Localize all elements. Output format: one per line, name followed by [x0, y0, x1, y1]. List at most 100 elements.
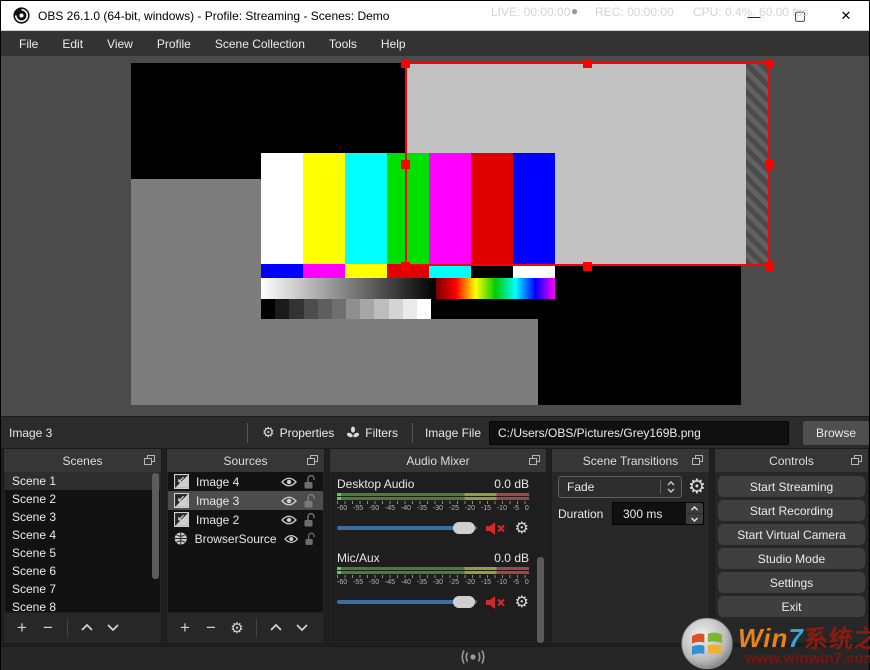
- settings-button[interactable]: Settings: [718, 572, 865, 593]
- exit-button[interactable]: Exit: [718, 596, 865, 617]
- source-label: Image 2: [196, 513, 274, 527]
- menu-tools[interactable]: Tools: [317, 33, 369, 55]
- obs-window: { "window": { "title": "OBS 26.1.0 (64-b…: [0, 0, 870, 670]
- lock-open-icon[interactable]: [305, 532, 315, 546]
- scenes-panel-header[interactable]: Scenes: [4, 449, 161, 472]
- transition-select[interactable]: Fade: [558, 476, 682, 498]
- mute-button[interactable]: [485, 521, 507, 536]
- start-recording-button[interactable]: Start Recording: [718, 500, 865, 521]
- scene-row[interactable]: Scene 8: [5, 598, 160, 612]
- selection-handle-bottommid[interactable]: [583, 262, 592, 271]
- scenes-panel: Scenes Scene 1 Scene 2 Scene 3 Scene 4 S…: [3, 448, 162, 644]
- scene-up-button[interactable]: [76, 617, 98, 639]
- duration-value: 300 ms: [613, 507, 686, 521]
- selection-handle-topleft[interactable]: [401, 59, 410, 68]
- sources-panel-header[interactable]: Sources: [167, 449, 324, 472]
- remove-source-button[interactable]: −: [200, 617, 222, 639]
- menu-help[interactable]: Help: [369, 33, 418, 55]
- db-scale-label: -20: [465, 505, 475, 512]
- visibility-eye-icon[interactable]: [284, 534, 298, 544]
- chevron-down-icon: [296, 624, 308, 631]
- volume-slider-thumb[interactable]: [453, 522, 475, 534]
- start-virtual-camera-button[interactable]: Start Virtual Camera: [718, 524, 865, 545]
- lock-open-icon[interactable]: [304, 475, 315, 489]
- duration-spinbox[interactable]: 300 ms: [612, 502, 704, 525]
- chevron-down-icon: [667, 488, 675, 493]
- source-up-button[interactable]: [265, 617, 287, 639]
- selection-handle-bottomright[interactable]: [765, 262, 774, 271]
- selection-handle-midleft[interactable]: [401, 160, 410, 169]
- lock-open-icon[interactable]: [304, 513, 315, 527]
- dock-popout-icon[interactable]: [307, 455, 318, 465]
- selection-handle-topmid[interactable]: [583, 59, 592, 68]
- selection-handle-midright[interactable]: [765, 160, 774, 169]
- scene-row[interactable]: Scene 2: [5, 490, 160, 508]
- selection-border[interactable]: [405, 62, 770, 266]
- selection-handle-topright[interactable]: [765, 59, 774, 68]
- lock-open-icon[interactable]: [304, 494, 315, 508]
- scene-row[interactable]: Scene 7: [5, 580, 160, 598]
- studio-mode-button[interactable]: Studio Mode: [718, 548, 865, 569]
- source-properties-gear-button[interactable]: ⚙: [226, 617, 248, 639]
- image-file-input[interactable]: C:/Users/OBS/Pictures/Grey169B.png: [489, 421, 789, 445]
- volume-slider[interactable]: [337, 596, 477, 608]
- start-streaming-button[interactable]: Start Streaming: [718, 476, 865, 497]
- volume-slider-thumb[interactable]: [453, 596, 475, 608]
- live-broadcast-icon: [461, 650, 485, 664]
- transition-settings-gear[interactable]: ⚙: [688, 474, 706, 499]
- add-scene-button[interactable]: +: [11, 617, 33, 639]
- source-row[interactable]: BrowserSource: [168, 529, 323, 548]
- source-row-selected[interactable]: Image 3: [168, 491, 323, 510]
- visibility-eye-icon[interactable]: [281, 496, 297, 506]
- filters-button[interactable]: Filters: [340, 426, 404, 440]
- scene-down-button[interactable]: [102, 617, 124, 639]
- source-down-button[interactable]: [291, 617, 313, 639]
- volume-meter: [337, 571, 529, 574]
- transitions-header[interactable]: Scene Transitions: [552, 449, 709, 472]
- db-scale-label: 0: [525, 505, 529, 512]
- sources-list: Image 4 Image 3: [168, 472, 323, 612]
- channel-settings-gear[interactable]: ⚙: [515, 518, 529, 538]
- menu-view[interactable]: View: [95, 33, 145, 55]
- add-source-button[interactable]: +: [174, 617, 196, 639]
- mute-button[interactable]: [485, 595, 507, 610]
- menu-bar: File Edit View Profile Scene Collection …: [1, 31, 869, 56]
- audio-mixer-header[interactable]: Audio Mixer: [330, 449, 546, 472]
- scene-row[interactable]: Scene 4: [5, 526, 160, 544]
- toolbar-separator: [412, 423, 413, 443]
- remove-scene-button[interactable]: −: [37, 617, 59, 639]
- selection-handle-bottomleft[interactable]: [401, 262, 410, 271]
- db-scale-label: -5: [513, 505, 519, 512]
- obs-logo-icon: [13, 7, 30, 24]
- dock-popout-icon[interactable]: [144, 455, 155, 465]
- menu-scene-collection[interactable]: Scene Collection: [203, 33, 317, 55]
- live-timer: LIVE: 00:00:00: [491, 5, 570, 19]
- scene-row[interactable]: Scene 6: [5, 562, 160, 580]
- properties-button[interactable]: ⚙ Properties: [256, 424, 340, 441]
- preview-area: [1, 56, 869, 416]
- dock-popout-icon[interactable]: [851, 455, 862, 465]
- db-scale-label: -35: [417, 505, 427, 512]
- scene-row[interactable]: Scene 1: [5, 472, 160, 490]
- mixer-scrollbar-thumb[interactable]: [537, 557, 544, 643]
- duration-up-button[interactable]: [686, 503, 703, 514]
- source-row[interactable]: Image 4: [168, 472, 323, 491]
- scene-row[interactable]: Scene 5: [5, 544, 160, 562]
- menu-file[interactable]: File: [7, 33, 50, 55]
- menu-edit[interactable]: Edit: [50, 33, 95, 55]
- source-row[interactable]: Image 2: [168, 510, 323, 529]
- scenes-scrollbar-thumb[interactable]: [152, 473, 159, 579]
- db-scale-label: -50: [369, 579, 379, 586]
- visibility-eye-icon[interactable]: [281, 477, 297, 487]
- dock-popout-icon[interactable]: [529, 455, 540, 465]
- controls-header[interactable]: Controls: [715, 449, 868, 472]
- duration-down-button[interactable]: [686, 514, 703, 524]
- visibility-eye-icon[interactable]: [281, 515, 297, 525]
- close-button[interactable]: ✕: [823, 1, 869, 31]
- volume-slider[interactable]: [337, 522, 477, 534]
- browse-button[interactable]: Browse: [803, 421, 869, 445]
- dock-popout-icon[interactable]: [692, 455, 703, 465]
- scene-row[interactable]: Scene 3: [5, 508, 160, 526]
- channel-settings-gear[interactable]: ⚙: [515, 592, 529, 612]
- menu-profile[interactable]: Profile: [145, 33, 203, 55]
